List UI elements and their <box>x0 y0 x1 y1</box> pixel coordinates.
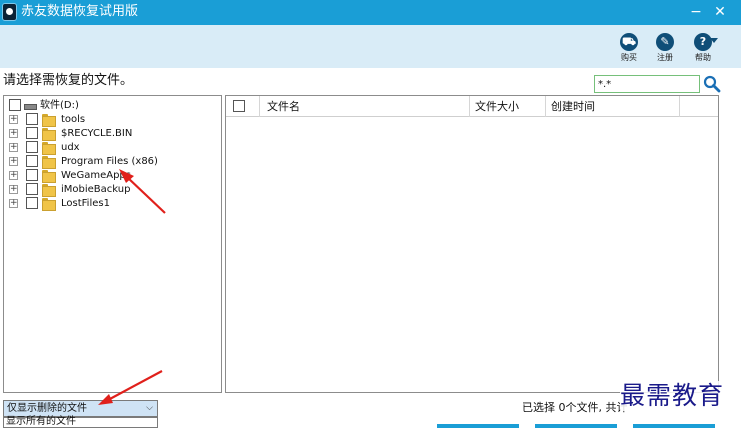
expand-icon[interactable]: + <box>9 171 18 180</box>
expand-icon[interactable]: + <box>9 143 18 152</box>
tree-item-recycle-bin[interactable]: + $RECYCLE.BIN <box>9 127 214 141</box>
file-filter-input[interactable] <box>594 75 700 93</box>
action-button-2[interactable] <box>535 424 617 428</box>
instruction-text: 请选择需恢复的文件。 <box>3 73 134 88</box>
close-button[interactable]: ✕ <box>710 2 730 22</box>
file-list[interactable]: 文件名 文件大小 创建时间 <box>225 95 719 393</box>
app-logo-icon <box>2 3 17 21</box>
chevron-down-icon <box>710 38 718 43</box>
buy-button[interactable]: ⛟ 购买 <box>614 33 644 65</box>
drive-icon <box>24 104 37 110</box>
action-button-1[interactable] <box>437 424 519 428</box>
folder-icon <box>42 184 56 197</box>
selection-status: 已选择 0个文件, 共计 <box>522 401 628 414</box>
tree-item-label: Program Files (x86) <box>61 156 158 167</box>
expand-icon[interactable]: + <box>9 129 18 138</box>
tree-item-checkbox[interactable] <box>26 155 38 167</box>
tree-item-wegameapps[interactable]: + WeGameApps <box>9 169 214 183</box>
cart-icon: ⛟ <box>620 33 638 51</box>
tree-item-checkbox[interactable] <box>26 183 38 195</box>
folder-icon <box>42 128 56 141</box>
folder-icon <box>42 142 56 155</box>
tree-item-label: tools <box>61 114 86 125</box>
folder-tree[interactable]: 软件(D:) + tools + $RECYCLE.BIN + udx + Pr… <box>3 95 222 393</box>
tree-item-label: $RECYCLE.BIN <box>61 128 133 139</box>
title-bar: 赤友数据恢复试用版 − ✕ <box>0 0 741 25</box>
column-filename[interactable]: 文件名 <box>262 96 470 117</box>
column-filesize[interactable]: 文件大小 <box>470 96 546 117</box>
help-label: 帮助 <box>695 53 711 62</box>
tree-item-program-files[interactable]: + Program Files (x86) <box>9 155 214 169</box>
tree-item-tools[interactable]: + tools <box>9 113 214 127</box>
select-all-checkbox[interactable] <box>233 100 245 112</box>
file-list-header: 文件名 文件大小 创建时间 <box>226 96 718 117</box>
folder-icon <box>42 114 56 127</box>
register-button[interactable]: ✎ 注册 <box>650 33 680 65</box>
tree-item-label: iMobieBackup <box>61 184 131 195</box>
tree-item-checkbox[interactable] <box>26 197 38 209</box>
tree-item-udx[interactable]: + udx <box>9 141 214 155</box>
column-created[interactable]: 创建时间 <box>546 96 680 117</box>
help-button[interactable]: ? 帮助 <box>688 33 718 65</box>
toolbar: ⛟ 购买 ✎ 注册 ? 帮助 <box>0 25 741 68</box>
register-icon: ✎ <box>656 33 674 51</box>
tree-root-checkbox[interactable] <box>9 99 21 111</box>
expand-icon[interactable]: + <box>9 115 18 124</box>
dropdown-option-all[interactable]: 显示所有的文件 <box>6 415 76 428</box>
select-all-column <box>226 96 260 117</box>
tree-item-checkbox[interactable] <box>26 141 38 153</box>
tree-item-checkbox[interactable] <box>26 113 38 125</box>
action-button-3[interactable] <box>633 424 715 428</box>
magnifier-icon[interactable] <box>703 75 721 93</box>
folder-icon <box>42 170 56 183</box>
register-label: 注册 <box>657 53 673 62</box>
tree-item-label: WeGameApps <box>61 170 131 181</box>
expand-icon[interactable]: + <box>9 157 18 166</box>
chevron-down-icon: ⌵ <box>146 403 153 413</box>
minimize-button[interactable]: − <box>686 2 706 22</box>
tree-item-label: udx <box>61 142 80 153</box>
tree-item-label: LostFiles1 <box>61 198 110 209</box>
window-title: 赤友数据恢复试用版 <box>21 4 139 19</box>
buy-label: 购买 <box>621 53 637 62</box>
watermark-text: 最需教育 <box>620 381 725 411</box>
tree-item-lostfiles1[interactable]: + LostFiles1 <box>9 197 214 211</box>
folder-icon <box>42 156 56 169</box>
expand-icon[interactable]: + <box>9 185 18 194</box>
folder-icon <box>42 198 56 211</box>
file-filter-selected: 仅显示删除的文件 <box>7 403 87 414</box>
expand-icon[interactable]: + <box>9 199 18 208</box>
tree-root-drive[interactable]: 软件(D:) <box>9 99 209 112</box>
tree-item-imobiebackup[interactable]: + iMobieBackup <box>9 183 214 197</box>
tree-root-label: 软件(D:) <box>40 100 79 111</box>
file-filter-dropdown: 显示所有的文件 <box>3 415 158 428</box>
tree-item-checkbox[interactable] <box>26 127 38 139</box>
tree-item-checkbox[interactable] <box>26 169 38 181</box>
